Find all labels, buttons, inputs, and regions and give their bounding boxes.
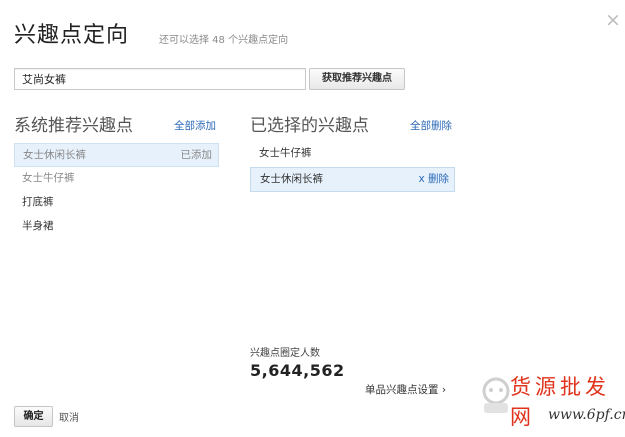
added-tag: 已添加 — [180, 149, 213, 161]
confirm-button[interactable]: 确定 — [14, 406, 53, 427]
audience-size-label: 兴趣点圈定人数 — [250, 348, 320, 359]
recommended-item[interactable]: 打底裤 — [14, 191, 219, 215]
selected-list: 女士牛仔裤 女士休闲长裤 x 删除 — [250, 142, 455, 192]
recommended-item-added[interactable]: 女士休闲长裤 已添加 — [14, 143, 219, 167]
recommended-item-label: 打底裤 — [22, 196, 54, 208]
watermark-url: www.6pf.cn — [548, 407, 625, 423]
add-all-link[interactable]: 全部添加 — [174, 118, 216, 133]
get-recommendations-button[interactable]: 获取推荐兴趣点 — [309, 68, 405, 90]
recommended-title: 系统推荐兴趣点 — [14, 116, 133, 136]
remove-all-link[interactable]: 全部删除 — [410, 118, 452, 133]
delete-link[interactable]: x 删除 — [418, 168, 449, 191]
cancel-link[interactable]: 取消 — [59, 409, 79, 424]
recommended-item-label: 女士休闲长裤 — [23, 149, 86, 161]
watermark-logo-icon — [482, 377, 510, 413]
recommended-item-label: 半身裙 — [22, 220, 54, 232]
selected-item-label: 女士休闲长裤 — [260, 173, 323, 185]
remaining-count-text: 还可以选择 48 个兴趣点定向 — [159, 35, 289, 46]
recommended-list: 女士休闲长裤 已添加 女士牛仔裤 打底裤 半身裙 — [14, 143, 219, 239]
audience-size-value: 5,644,562 — [250, 361, 345, 380]
close-icon[interactable]: × — [603, 10, 623, 30]
recommended-item[interactable]: 半身裙 — [14, 215, 219, 239]
selected-item-hover[interactable]: 女士休闲长裤 x 删除 — [250, 167, 455, 192]
recommended-item[interactable]: 女士牛仔裤 — [14, 167, 219, 191]
watermark: 货源批发网 www.6pf.cn — [478, 371, 625, 437]
selected-item-label: 女士牛仔裤 — [259, 147, 312, 159]
recommended-item-label: 女士牛仔裤 — [22, 172, 75, 184]
single-item-settings-link[interactable]: 单品兴趣点设置 › — [365, 382, 446, 397]
selected-title: 已选择的兴趣点 — [250, 116, 369, 136]
keyword-input[interactable] — [14, 68, 306, 90]
dialog-title: 兴趣点定向 — [14, 23, 130, 48]
selected-item[interactable]: 女士牛仔裤 — [250, 142, 455, 167]
